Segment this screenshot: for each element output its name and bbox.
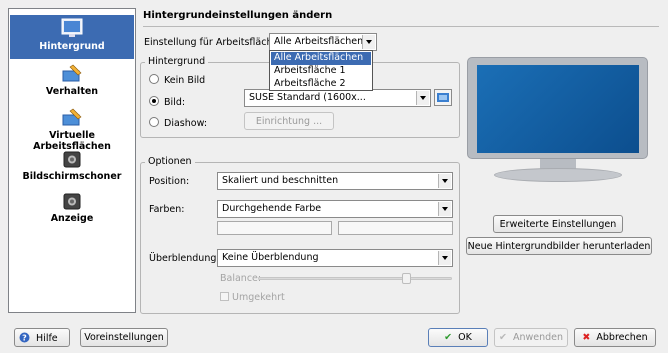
image-value: SUSE Standard (1600x... <box>249 92 366 103</box>
options-group-title: Optionen <box>145 156 195 167</box>
category-sidebar: Hintergrund Verhalten Virtuelle Arbeitsf… <box>8 8 136 313</box>
secondary-color-swatch[interactable] <box>338 221 453 235</box>
defaults-button[interactable]: Voreinstellungen <box>80 328 168 347</box>
help-label: Hilfe <box>36 333 58 344</box>
svg-text:?: ? <box>22 333 27 342</box>
blending-value: Keine Überblendung <box>222 252 319 263</box>
sidebar-item-anzeige[interactable]: Anzeige <box>10 193 134 231</box>
heading-divider <box>143 26 659 27</box>
position-combo[interactable]: Skaliert und beschnitten <box>217 172 453 190</box>
cancel-label: Abbrechen <box>596 332 648 343</box>
help-button[interactable]: ? Hilfe <box>14 328 70 347</box>
screensaver-icon <box>63 151 81 168</box>
reverse-label: Umgekehrt <box>232 292 285 303</box>
advanced-settings-button[interactable]: Erweiterte Einstellungen <box>493 215 623 233</box>
sidebar-item-hintergrund[interactable]: Hintergrund <box>10 15 134 59</box>
dropdown-option[interactable]: Arbeitsfläche 1 <box>271 65 371 78</box>
image-open-icon <box>435 93 451 108</box>
position-value: Skaliert und beschnitten <box>222 175 339 186</box>
ok-button[interactable]: ✔ OK <box>428 328 488 347</box>
radio-indicator[interactable] <box>149 117 159 127</box>
display-icon <box>63 193 81 210</box>
no-image-label: Kein Bild <box>164 75 206 86</box>
wallpaper-icon <box>61 18 83 38</box>
balance-label: Balance: <box>220 273 262 284</box>
chevron-down-icon[interactable] <box>438 202 451 216</box>
primary-color-swatch[interactable] <box>217 221 332 235</box>
dropdown-option[interactable]: Alle Arbeitsflächen <box>271 52 371 65</box>
sidebar-item-verhalten[interactable]: Verhalten <box>10 63 134 103</box>
reverse-checkbox[interactable]: Umgekehrt <box>220 292 285 303</box>
chevron-down-icon[interactable] <box>438 251 451 265</box>
chevron-down-icon[interactable] <box>362 35 375 49</box>
image-radio[interactable]: Bild: <box>149 96 185 108</box>
sidebar-item-label: Virtuelle Arbeitsflächen <box>33 130 111 152</box>
close-icon: ✖ <box>582 332 591 343</box>
sidebar-item-label: Hintergrund <box>39 41 105 52</box>
blending-combo[interactable]: Keine Überblendung <box>217 249 453 267</box>
apply-label: Anwenden <box>512 332 564 343</box>
desktop-setting-label: Einstellung für Arbeitsfläche: <box>144 37 282 48</box>
desktop-setting-combo[interactable]: Alle Arbeitsflächen <box>269 33 377 51</box>
ok-label: OK <box>458 332 472 343</box>
monitor-screen <box>477 65 639 153</box>
colors-combo[interactable]: Durchgehende Farbe <box>217 200 453 218</box>
download-wallpapers-button[interactable]: Neue Hintergrundbilder herunterladen <box>466 237 652 255</box>
blending-label: Überblendung: <box>149 253 220 264</box>
sidebar-item-label: Verhalten <box>45 86 99 97</box>
sidebar-item-label: Anzeige <box>50 213 94 224</box>
no-image-radio[interactable]: Kein Bild <box>149 74 205 86</box>
radio-indicator[interactable] <box>149 96 159 106</box>
page-title: Hintergrundeinstellungen ändern <box>143 10 333 21</box>
dropdown-option[interactable]: Arbeitsfläche 2 <box>271 78 371 91</box>
monitor-stand <box>494 168 622 182</box>
cancel-button[interactable]: ✖ Abbrechen <box>574 328 656 347</box>
sidebar-item-label: Bildschirmschoner <box>22 171 122 182</box>
desktop-setting-dropdown: Alle Arbeitsflächen Arbeitsfläche 1 Arbe… <box>269 50 373 91</box>
sidebar-item-bildschirmschoner[interactable]: Bildschirmschoner <box>10 151 134 189</box>
chevron-down-icon[interactable] <box>438 174 451 188</box>
sidebar-item-virtuelle-arbeitsflaechen[interactable]: Virtuelle Arbeitsflächen <box>10 107 134 152</box>
colors-value: Durchgehende Farbe <box>222 203 322 214</box>
image-label: Bild: <box>164 97 186 108</box>
image-combo[interactable]: SUSE Standard (1600x... <box>244 89 431 107</box>
radio-indicator[interactable] <box>149 74 159 84</box>
position-label: Position: <box>149 176 190 187</box>
background-group-title: Hintergrund <box>145 56 209 67</box>
open-image-button[interactable] <box>434 89 452 106</box>
slideshow-setup-button[interactable]: Einrichtung ... <box>244 112 334 130</box>
checkbox-indicator[interactable] <box>220 292 229 301</box>
apply-button[interactable]: ✔ Anwenden <box>494 328 568 347</box>
balance-slider-handle[interactable] <box>402 273 411 284</box>
colors-label: Farben: <box>149 204 185 215</box>
balance-slider[interactable] <box>258 273 452 284</box>
check-icon: ✔ <box>444 332 453 343</box>
slideshow-radio[interactable]: Diashow: <box>149 117 207 129</box>
desktop-setting-value: Alle Arbeitsflächen <box>274 36 364 47</box>
help-icon: ? <box>19 332 30 344</box>
chevron-down-icon[interactable] <box>416 91 429 105</box>
slideshow-label: Diashow: <box>164 118 208 129</box>
virtual-desktops-icon <box>61 107 83 127</box>
check-icon: ✔ <box>498 332 507 343</box>
desktop-behavior-icon <box>61 63 83 83</box>
